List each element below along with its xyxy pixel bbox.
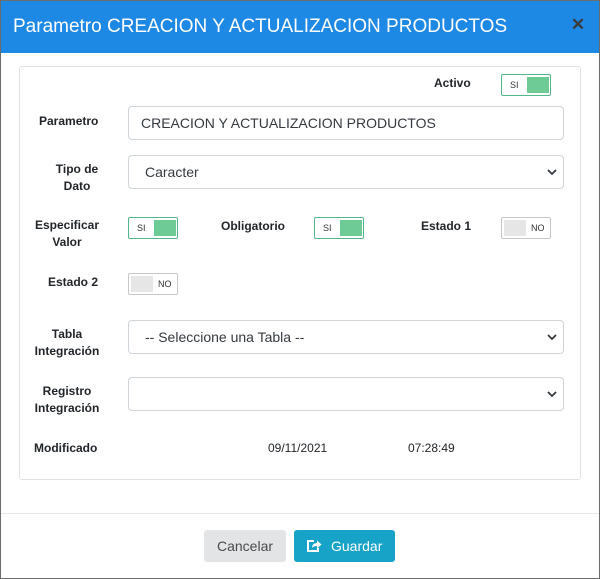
especificar-valor-label-line1: Especificar (34, 218, 100, 232)
activo-toggle-text: SI (510, 80, 519, 90)
estado1-label: Estado 1 (421, 219, 472, 233)
tipo-dato-selected: Caracter (145, 164, 199, 180)
registro-integracion-label: Registro Integración (30, 383, 104, 417)
parametro-input[interactable]: CREACION Y ACTUALIZACION PRODUCTOS (128, 106, 564, 140)
especificar-valor-toggle[interactable]: SI (128, 217, 178, 239)
parametro-label: Parametro (39, 114, 99, 128)
tabla-integracion-label-line1: Tabla (51, 327, 83, 341)
especificar-valor-label: Especificar Valor (32, 217, 102, 251)
tabla-integracion-label-line2: Integración (34, 344, 100, 358)
tipo-dato-select[interactable]: Caracter (128, 155, 564, 189)
estado2-label: Estado 2 (48, 275, 99, 289)
save-share-icon (307, 540, 322, 552)
tipo-dato-label-line1: Tipo de (55, 162, 99, 176)
especificar-valor-toggle-text: SI (137, 223, 146, 233)
tipo-dato-label: Tipo de Dato (54, 161, 100, 195)
estado1-toggle[interactable]: NO (501, 217, 551, 239)
obligatorio-toggle-text: SI (323, 223, 332, 233)
toggle-knob (504, 220, 526, 236)
form-panel: Activo SI Parametro CREACION Y ACTUALIZA… (19, 66, 581, 480)
obligatorio-toggle[interactable]: SI (314, 217, 364, 239)
modal-header: Parametro CREACION Y ACTUALIZACION PRODU… (1, 1, 599, 53)
chevron-down-icon (547, 334, 557, 341)
activo-label: Activo (434, 76, 471, 90)
estado1-toggle-text: NO (531, 223, 545, 233)
save-button-label: Guardar (331, 538, 383, 554)
obligatorio-label: Obligatorio (221, 219, 285, 233)
cancel-button[interactable]: Cancelar (204, 530, 286, 562)
modificado-date: 09/11/2021 (268, 441, 328, 455)
toggle-knob (340, 220, 362, 236)
save-button[interactable]: Guardar (294, 530, 395, 562)
tabla-integracion-select[interactable]: -- Seleccione una Tabla -- (128, 320, 564, 354)
especificar-valor-label-line2: Valor (52, 235, 82, 249)
close-icon[interactable]: ✕ (570, 15, 586, 35)
toggle-knob (154, 220, 176, 236)
tipo-dato-label-line2: Dato (63, 179, 91, 193)
modificado-time: 07:28:49 (408, 441, 455, 455)
chevron-down-icon (547, 169, 557, 176)
modificado-label: Modificado (34, 441, 98, 455)
estado2-toggle-text: NO (158, 279, 172, 289)
activo-toggle[interactable]: SI (501, 74, 551, 96)
registro-integracion-select[interactable] (128, 377, 564, 411)
toggle-knob (527, 77, 549, 93)
footer-divider (1, 513, 599, 514)
tabla-integracion-label: Tabla Integración (30, 326, 104, 360)
chevron-down-icon (547, 391, 557, 398)
estado2-toggle[interactable]: NO (128, 273, 178, 295)
toggle-knob (131, 276, 153, 292)
registro-integracion-label-line2: Integración (34, 401, 100, 415)
parametro-modal: Parametro CREACION Y ACTUALIZACION PRODU… (0, 0, 600, 579)
modal-title: Parametro CREACION Y ACTUALIZACION PRODU… (13, 16, 508, 37)
registro-integracion-label-line1: Registro (42, 384, 92, 398)
tabla-integracion-selected: -- Seleccione una Tabla -- (145, 329, 305, 345)
